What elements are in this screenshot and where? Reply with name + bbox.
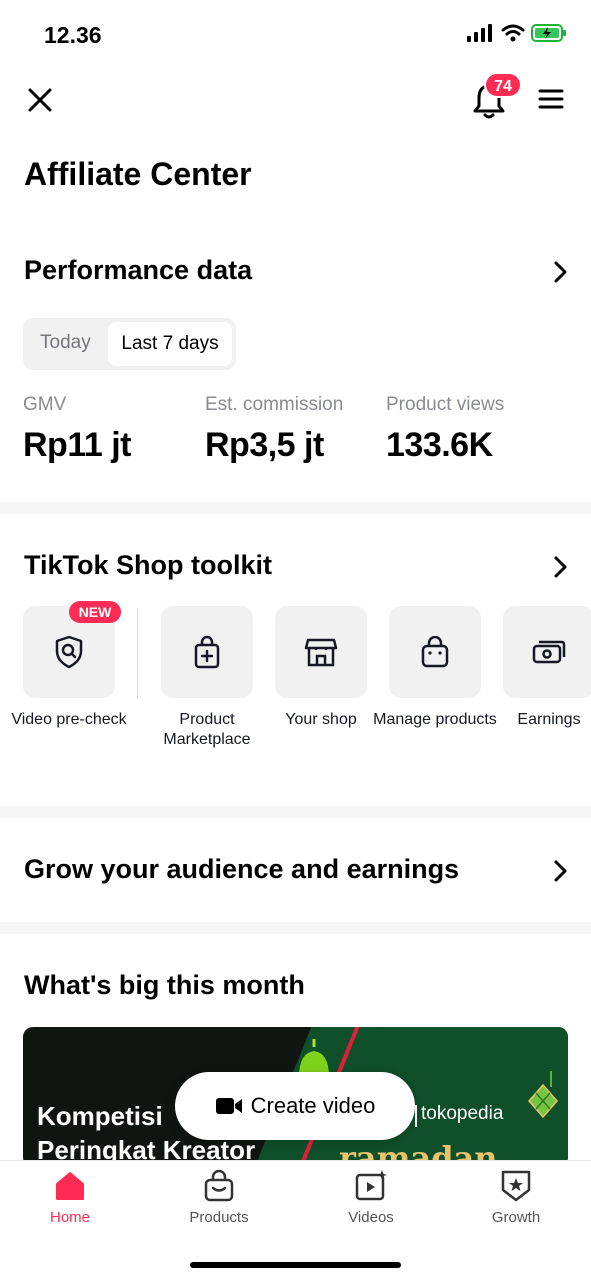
toolkit-separator	[137, 608, 138, 698]
shopping-bag-icon	[204, 1169, 234, 1202]
tool-manage-products[interactable]: Manage products	[373, 606, 497, 728]
tool-earnings[interactable]: Earnings	[503, 606, 591, 728]
chevron-right-icon[interactable]	[548, 555, 572, 579]
video-camera-icon	[215, 1098, 242, 1114]
tool-label: Video pre-check	[11, 711, 127, 728]
banner-brand-divider	[415, 1105, 417, 1127]
tool-label: Product Marketplace	[163, 711, 251, 748]
ketupat-icon	[528, 1071, 558, 1119]
video-play-icon	[355, 1170, 387, 1201]
metric-label-views: Product views	[386, 394, 505, 415]
menu-icon[interactable]	[538, 86, 564, 112]
period-segment: Today Last 7 days	[23, 318, 236, 370]
big-month-title: What's big this month	[24, 970, 305, 1000]
tool-tile	[275, 606, 367, 698]
notification-badge: 74	[484, 72, 522, 98]
nav-label-products: Products	[189, 1209, 249, 1226]
battery-charging-icon	[531, 24, 566, 42]
page-title: Affiliate Center	[24, 156, 252, 192]
create-video-label: Create video	[250, 1093, 376, 1118]
home-indicator	[190, 1262, 401, 1268]
bag-plus-icon	[194, 635, 220, 669]
tab-last-7-days[interactable]: Last 7 days	[108, 322, 232, 366]
toolkit-title: TikTok Shop toolkit	[24, 550, 272, 580]
tool-label: Earnings	[517, 711, 581, 728]
shopping-bag-icon	[421, 636, 449, 668]
tool-tile	[389, 606, 481, 698]
chevron-right-icon[interactable]	[548, 260, 572, 284]
chevron-right-icon[interactable]	[548, 859, 572, 883]
tool-product-marketplace[interactable]: Product Marketplace	[161, 606, 253, 748]
status-icons	[467, 24, 567, 42]
new-badge: NEW	[69, 601, 121, 623]
nav-label-videos: Videos	[348, 1209, 394, 1226]
nav-home[interactable]: Home	[15, 1169, 125, 1226]
wifi-icon	[501, 24, 525, 42]
close-icon[interactable]	[24, 84, 56, 116]
status-bar: 12.36	[0, 0, 591, 70]
performance-title: Performance data	[24, 255, 253, 285]
storefront-icon	[304, 638, 338, 667]
status-time: 12.36	[44, 22, 102, 48]
metric-value-views: 133.6K	[386, 426, 493, 464]
section-divider	[0, 922, 591, 934]
tab-today[interactable]: Today	[40, 332, 91, 354]
top-bar: 74	[0, 70, 591, 130]
tool-your-shop[interactable]: Your shop	[275, 606, 367, 728]
metric-label-gmv: GMV	[23, 394, 67, 415]
grow-title[interactable]: Grow your audience and earnings	[24, 854, 459, 885]
tool-tile	[161, 606, 253, 698]
nav-label-growth: Growth	[491, 1209, 541, 1226]
nav-products[interactable]: Products	[164, 1169, 274, 1226]
metric-value-commission: Rp3,5 jt	[205, 426, 324, 464]
section-divider	[0, 806, 591, 818]
metric-value-gmv: Rp11 jt	[23, 426, 131, 464]
section-divider	[0, 502, 591, 514]
tool-tile	[503, 606, 591, 698]
star-badge-icon	[501, 1170, 531, 1202]
metric-label-commission: Est. commission	[205, 394, 344, 415]
nav-growth[interactable]: Growth	[461, 1169, 571, 1226]
nav-videos[interactable]: Videos	[316, 1169, 426, 1226]
shield-search-icon	[55, 635, 83, 669]
tool-label: Your shop	[285, 711, 357, 728]
home-icon	[56, 1172, 84, 1200]
banner-brand: tokopedia	[421, 1103, 504, 1124]
create-video-button[interactable]: Create video	[175, 1072, 415, 1140]
tool-label: Manage products	[373, 711, 497, 728]
cash-icon	[532, 640, 566, 664]
nav-label-home: Home	[49, 1209, 90, 1226]
signal-icon	[467, 24, 492, 42]
